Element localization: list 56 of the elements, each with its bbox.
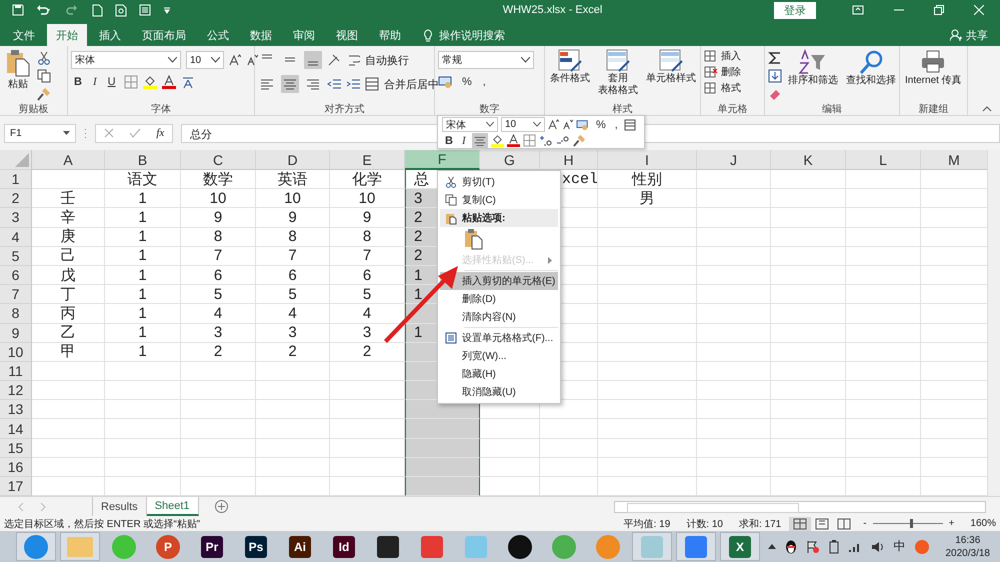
status-message: 选定目标区域，然后按 ENTER 或选择“粘贴” <box>4 518 200 530</box>
table-cell: 性别 <box>598 170 697 190</box>
menu-heading: 粘贴选项: <box>440 209 558 227</box>
table-cell: 6 <box>181 266 256 286</box>
table-cell: 10 <box>256 189 330 208</box>
table-cell: 7 <box>256 246 330 266</box>
average-value: 平均值: 19 <box>624 518 670 530</box>
table-cell: 乙 <box>32 324 105 343</box>
group-label: 剪贴板 <box>18 102 50 115</box>
table-cell: 6 <box>256 266 330 286</box>
table-cell: 丙 <box>32 304 105 324</box>
table-cell: 数学 <box>181 170 256 190</box>
window-title: WHW25.xlsx - Excel <box>502 4 604 16</box>
group-label: 新建组 <box>918 102 950 115</box>
table-cell: 2 <box>181 342 256 362</box>
table-cell: 辛 <box>32 208 105 228</box>
table-cell: 3 <box>256 324 330 343</box>
table-cell: 庚 <box>32 228 105 247</box>
table-cell: 2 <box>256 342 330 362</box>
group-label: 对齐方式 <box>324 102 366 115</box>
table-cell: 5 <box>256 285 330 304</box>
table-cell: 8 <box>181 228 256 247</box>
sum-value: 求和: 171 <box>738 518 782 530</box>
table-cell: 4 <box>256 304 330 324</box>
table-cell: 戊 <box>32 266 105 286</box>
table-cell: 化学 <box>330 170 405 190</box>
table-cell: 壬 <box>32 189 105 208</box>
table-cell: 9 <box>256 208 330 228</box>
group-label: 编辑 <box>821 102 843 115</box>
table-cell: 1 <box>105 266 181 286</box>
table-cell: 1 <box>105 342 181 362</box>
table-cell: 英语 <box>256 170 330 190</box>
table-cell: 1 <box>105 228 181 247</box>
table-cell: 男 <box>598 189 697 208</box>
table-cell: 1 <box>105 324 181 343</box>
group-label: 数字 <box>478 102 500 115</box>
table-cell: 5 <box>181 285 256 304</box>
table-cell: 9 <box>181 208 256 228</box>
table-cell: 8 <box>256 228 330 247</box>
group-label: 样式 <box>612 102 634 115</box>
table-cell: 1 <box>105 304 181 324</box>
table-cell: 1 <box>105 189 181 208</box>
table-cell: 10 <box>181 189 256 208</box>
group-label: 单元格 <box>716 102 748 115</box>
table-cell: 丁 <box>32 285 105 304</box>
table-cell: 语文 <box>105 170 181 190</box>
table-cell: 4 <box>181 304 256 324</box>
table-cell: 7 <box>181 246 256 266</box>
table-cell: 1 <box>105 208 181 228</box>
table-cell: 3 <box>181 324 256 343</box>
table-cell: 甲 <box>32 342 105 362</box>
count-value: 计数: 10 <box>686 518 723 530</box>
group-label: 字体 <box>150 102 172 115</box>
table-cell: 1 <box>105 246 181 266</box>
table-cell: 己 <box>32 246 105 266</box>
table-cell: 1 <box>105 285 181 304</box>
